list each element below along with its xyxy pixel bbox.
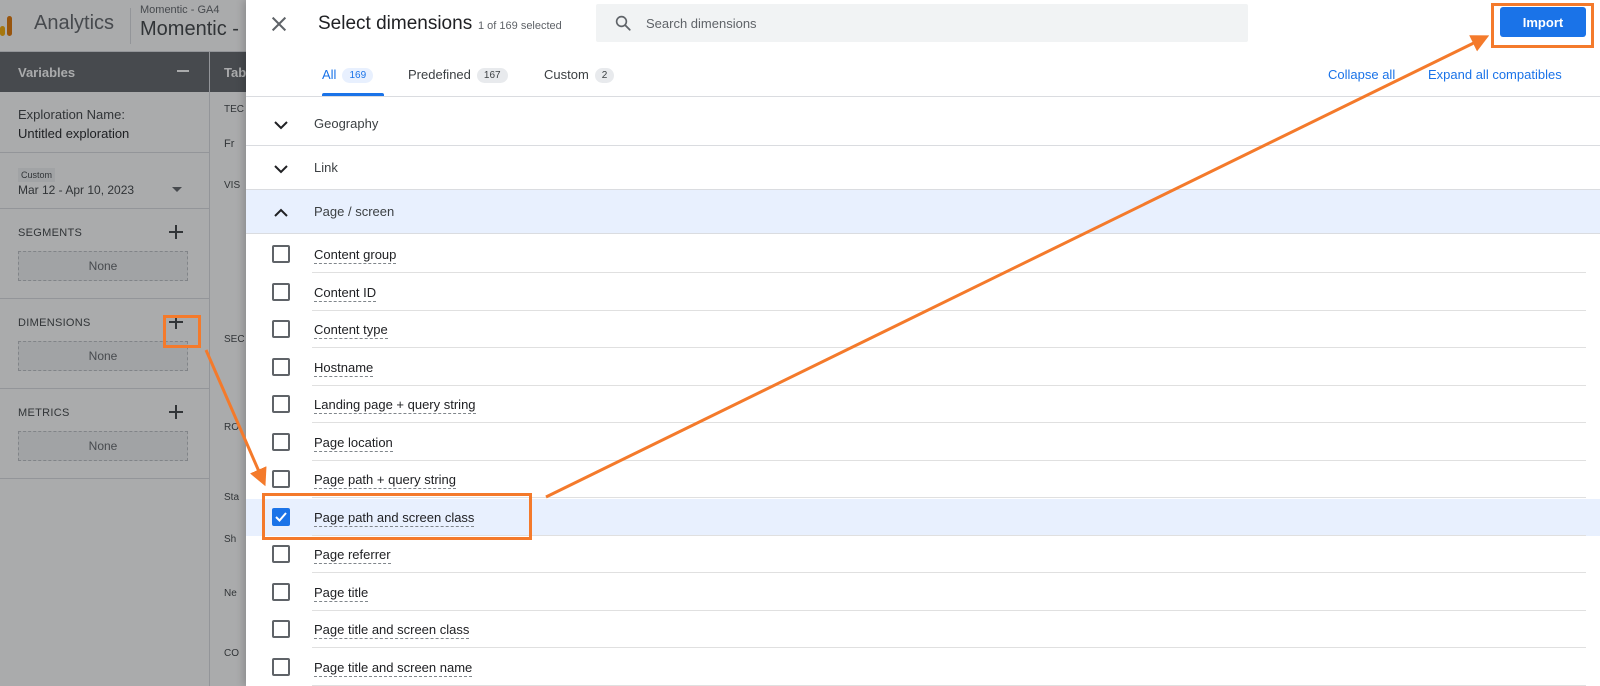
tab-label: Predefined [408, 67, 471, 82]
row-divider [312, 684, 1586, 686]
checkbox[interactable] [272, 395, 290, 413]
dialog-title: Select dimensions [318, 13, 473, 34]
tab-predefined[interactable]: Predefined 167 [408, 67, 508, 97]
expand-all-compatibles-link[interactable]: Expand all compatibles [1428, 67, 1562, 82]
checkbox[interactable] [272, 582, 290, 601]
selection-count: 1 of 169 selected [478, 20, 562, 32]
dimension-item[interactable]: Content type [246, 311, 1600, 348]
category-geography[interactable]: Geography [246, 102, 1600, 146]
checkbox[interactable] [272, 620, 290, 638]
dimension-label: Page title and screen class [314, 622, 470, 639]
category-link[interactable]: Link [246, 146, 1600, 190]
checkbox[interactable] [272, 657, 290, 676]
annotation-highlight-add-dimension [163, 315, 201, 348]
checkbox[interactable] [272, 432, 290, 451]
tab-custom[interactable]: Custom 2 [544, 67, 615, 97]
dimension-item[interactable]: Page title [246, 574, 1600, 611]
dimension-label: Content ID [314, 284, 377, 302]
dimension-label: Hostname [314, 359, 374, 377]
dimension-label: Page referrer [314, 547, 391, 564]
dimension-item[interactable]: Page title and screen name [246, 649, 1600, 686]
search-box[interactable] [596, 4, 1248, 42]
dimension-label: Content group [314, 247, 397, 264]
dimension-item[interactable]: Page title and screen class [246, 611, 1600, 648]
tab-label: All [322, 67, 337, 82]
checkbox[interactable] [272, 282, 290, 301]
category-label: Page / screen [314, 204, 395, 219]
dimension-label: Landing page + query string [314, 397, 476, 414]
dimension-item[interactable]: Landing page + query string [246, 386, 1600, 423]
dimension-item[interactable]: Content ID [246, 274, 1600, 311]
select-dimensions-dialog: Select dimensions 1 of 169 selected Impo… [246, 0, 1600, 686]
tabs-divider [246, 96, 1600, 97]
collapse-all-link[interactable]: Collapse all [1328, 67, 1395, 82]
category-page-screen[interactable]: Page / screen [246, 190, 1600, 234]
tab-count-badge: 2 [594, 68, 615, 83]
tab-label: Custom [544, 67, 589, 82]
category-label: Link [314, 160, 338, 175]
annotation-highlight-selected-item [262, 493, 532, 540]
checkbox[interactable] [272, 245, 290, 263]
dimension-label: Content type [314, 322, 388, 339]
dimension-item[interactable]: Content group [246, 236, 1600, 273]
checkbox[interactable] [272, 470, 290, 488]
dimension-label: Page title and screen name [314, 659, 473, 677]
dimension-label: Page title [314, 584, 369, 602]
dimension-label: Page location [314, 434, 393, 452]
dimension-label: Page path + query string [314, 472, 457, 489]
search-icon [615, 15, 631, 31]
tab-count-badge: 169 [342, 68, 374, 83]
category-label: Geography [314, 116, 379, 131]
checkbox[interactable] [272, 320, 290, 338]
annotation-highlight-import [1491, 3, 1594, 48]
checkbox[interactable] [272, 545, 290, 563]
tab-count-badge: 167 [476, 68, 508, 83]
search-input[interactable] [646, 10, 1226, 36]
dimension-item[interactable]: Hostname [246, 349, 1600, 386]
dimension-item[interactable]: Page location [246, 424, 1600, 461]
chevron-down-icon [274, 165, 288, 174]
dimension-item[interactable]: Page referrer [246, 536, 1600, 573]
checkbox[interactable] [272, 357, 290, 376]
close-icon[interactable] [268, 13, 290, 35]
chevron-up-icon [274, 208, 288, 217]
chevron-down-icon [274, 121, 288, 130]
